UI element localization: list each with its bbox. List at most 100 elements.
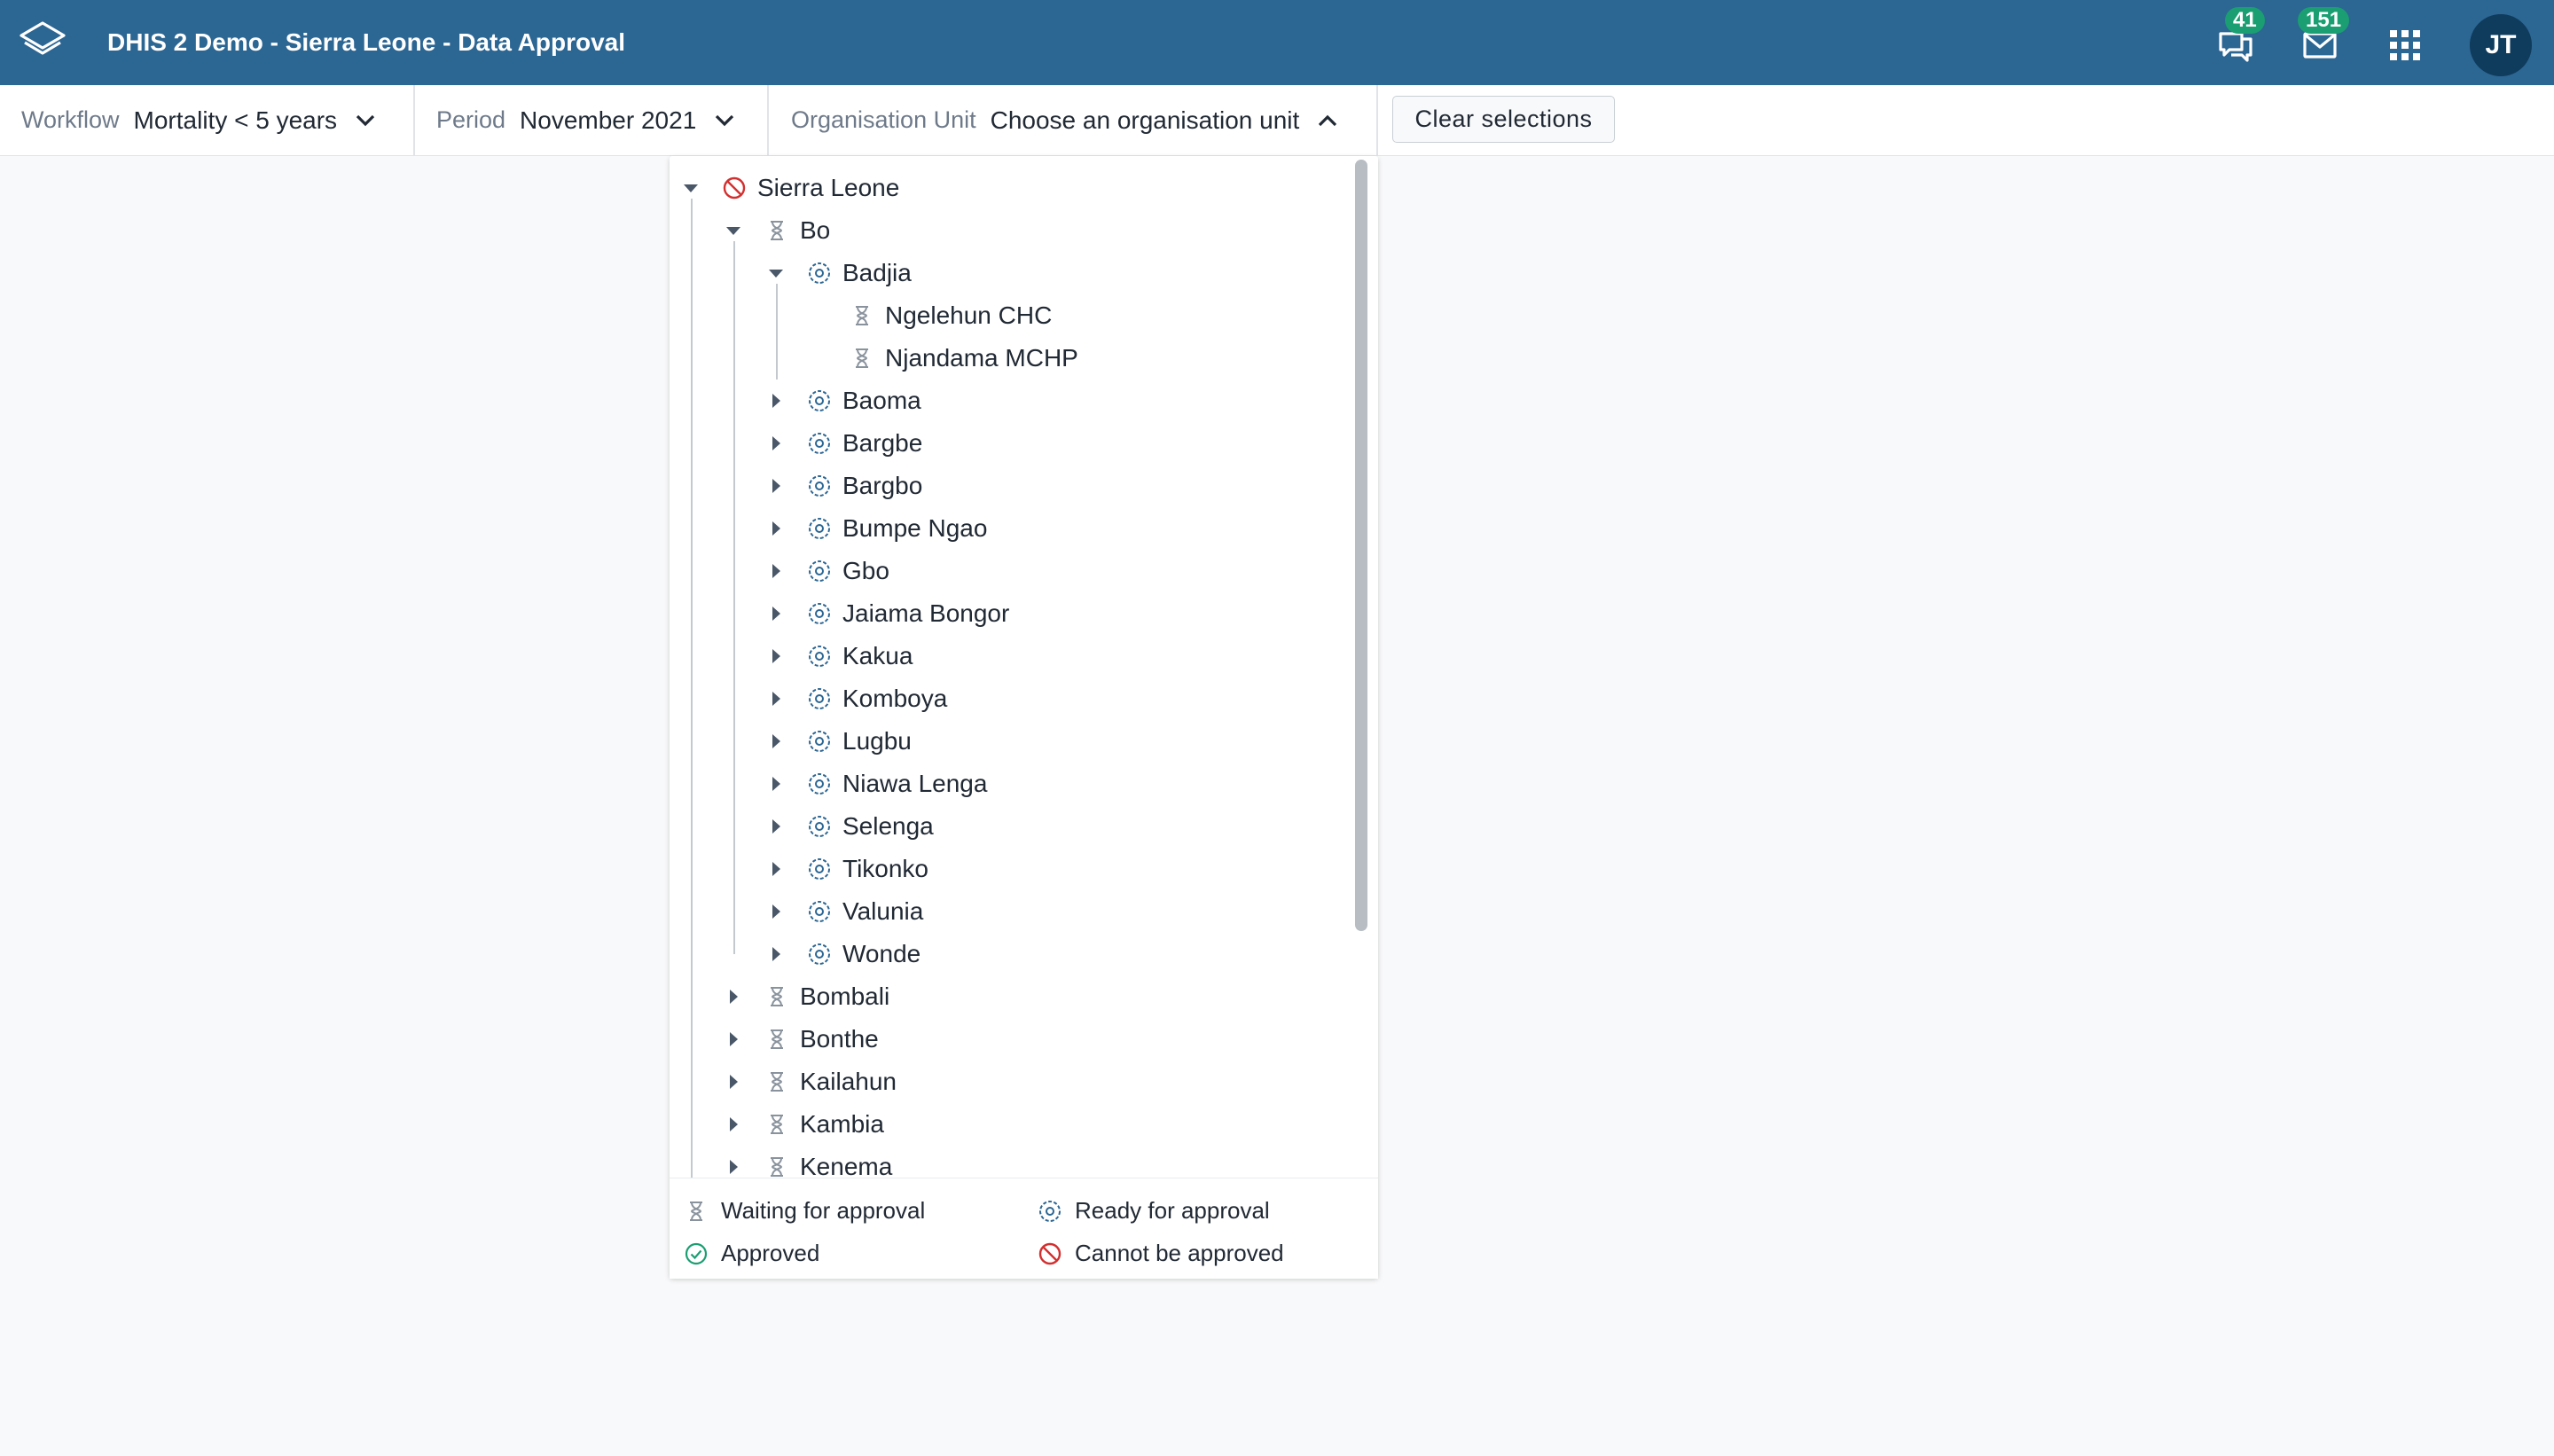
tree-node[interactable]: Bumpe Ngao bbox=[764, 507, 987, 550]
tree-node[interactable]: Niawa Lenga bbox=[764, 763, 987, 805]
tree-guide-line bbox=[776, 284, 778, 380]
ready-approval-icon bbox=[809, 858, 830, 880]
tree-node-label: Jaiama Bongor bbox=[842, 599, 1010, 627]
tree-node-label: Valunia bbox=[842, 897, 924, 925]
chevron-up-icon bbox=[1319, 114, 1337, 126]
hourglass-icon bbox=[856, 348, 868, 368]
period-selector[interactable]: Period November 2021 bbox=[415, 85, 769, 155]
legend-waiting: Waiting for approval bbox=[684, 1197, 925, 1225]
tree-node-label: Selenga bbox=[842, 812, 934, 840]
caret-right-icon[interactable] bbox=[764, 943, 787, 966]
workflow-value: Mortality < 5 years bbox=[133, 106, 338, 134]
tree-node[interactable]: Jaiama Bongor bbox=[764, 592, 1009, 635]
tree-node[interactable]: Bargbo bbox=[764, 465, 922, 507]
caret-right-icon[interactable] bbox=[722, 1028, 745, 1051]
caret-right-icon[interactable] bbox=[764, 815, 787, 838]
tree-node[interactable]: Sierra Leone bbox=[679, 167, 899, 209]
tree-node[interactable]: Kailahun bbox=[722, 1061, 897, 1103]
caret-right-icon[interactable] bbox=[764, 474, 787, 497]
tree-node-label: Njandama MCHP bbox=[885, 344, 1078, 372]
workflow-selector[interactable]: Workflow Mortality < 5 years bbox=[0, 85, 415, 155]
tree-node[interactable]: Kenema bbox=[722, 1146, 892, 1178]
interpretations-count-badge: 41 bbox=[2225, 7, 2265, 34]
tree-node-label: Ngelehun CHC bbox=[885, 301, 1053, 329]
caret-right-icon[interactable] bbox=[764, 517, 787, 540]
app-title: DHIS 2 Demo - Sierra Leone - Data Approv… bbox=[107, 28, 625, 56]
status-legend: Waiting for approval Ready for approval … bbox=[670, 1178, 1378, 1279]
workflow-label: Workflow bbox=[21, 106, 120, 133]
chevron-down-icon bbox=[356, 114, 375, 126]
tree-node[interactable]: Njandama MCHP bbox=[807, 337, 1078, 380]
ready-approval-icon bbox=[809, 688, 830, 709]
orgunit-tree[interactable]: Sierra Leone Bo Badjia Ngelehun CHC Njandama… bbox=[670, 156, 1351, 1178]
tree-node[interactable]: Bonthe bbox=[722, 1018, 879, 1061]
caret-right-icon[interactable] bbox=[764, 432, 787, 455]
ready-approval-icon bbox=[1039, 1200, 1061, 1222]
caret-right-icon[interactable] bbox=[764, 560, 787, 583]
dhis2-logo-icon[interactable] bbox=[18, 20, 67, 66]
caret-right-icon[interactable] bbox=[722, 1155, 745, 1178]
legend-cannot: Cannot be approved bbox=[1038, 1240, 1284, 1267]
tree-scrollbar[interactable] bbox=[1355, 160, 1367, 931]
tree-node[interactable]: Gbo bbox=[764, 550, 889, 592]
caret-right-icon[interactable] bbox=[764, 602, 787, 625]
tree-node-label: Bargbe bbox=[842, 429, 923, 457]
tree-toggle-spacer bbox=[807, 347, 830, 370]
tree-node[interactable]: Bargbe bbox=[764, 422, 922, 465]
caret-right-icon[interactable] bbox=[764, 857, 787, 881]
caret-down-icon[interactable] bbox=[679, 176, 702, 200]
ready-approval-icon bbox=[809, 262, 830, 284]
selection-bar: Workflow Mortality < 5 years Period Nove… bbox=[0, 85, 2554, 156]
caret-right-icon[interactable] bbox=[722, 1113, 745, 1136]
user-avatar[interactable]: JT bbox=[2470, 14, 2532, 76]
tree-node-label: Kenema bbox=[800, 1153, 893, 1178]
caret-right-icon[interactable] bbox=[764, 772, 787, 795]
caret-right-icon[interactable] bbox=[764, 687, 787, 710]
tree-node[interactable]: Baoma bbox=[764, 380, 921, 422]
tree-node[interactable]: Tikonko bbox=[764, 848, 928, 890]
ready-approval-icon bbox=[809, 475, 830, 497]
tree-node-label: Baoma bbox=[842, 387, 921, 414]
tree-node[interactable]: Ngelehun CHC bbox=[807, 294, 1052, 337]
tree-node[interactable]: Selenga bbox=[764, 805, 934, 848]
chevron-down-icon bbox=[716, 114, 734, 126]
tree-node[interactable]: Kakua bbox=[764, 635, 913, 677]
caret-right-icon[interactable] bbox=[764, 645, 787, 668]
tree-node[interactable]: Valunia bbox=[764, 890, 923, 933]
check-circle-icon bbox=[685, 1242, 708, 1264]
caret-right-icon[interactable] bbox=[764, 900, 787, 923]
ready-approval-icon bbox=[809, 816, 830, 837]
block-icon bbox=[723, 176, 746, 200]
caret-right-icon[interactable] bbox=[722, 985, 745, 1008]
ready-approval-icon bbox=[809, 731, 830, 752]
tree-node[interactable]: Lugbu bbox=[764, 720, 912, 763]
legend-ready: Ready for approval bbox=[1038, 1197, 1270, 1225]
tree-node-label: Kambia bbox=[800, 1110, 884, 1138]
clear-selections-button[interactable]: Clear selections bbox=[1392, 96, 1615, 143]
caret-down-icon[interactable] bbox=[722, 219, 745, 242]
legend-approved-label: Approved bbox=[721, 1240, 820, 1266]
tree-node[interactable]: Bombali bbox=[722, 975, 889, 1018]
caret-right-icon[interactable] bbox=[764, 730, 787, 753]
orgunit-label: Organisation Unit bbox=[791, 106, 976, 133]
tree-node[interactable]: Kambia bbox=[722, 1103, 884, 1146]
tree-node-label: Komboya bbox=[842, 685, 948, 712]
ready-approval-icon bbox=[809, 390, 830, 411]
caret-right-icon[interactable] bbox=[764, 389, 787, 412]
orgunit-selector[interactable]: Organisation Unit Choose an organisation… bbox=[769, 85, 1378, 155]
caret-right-icon[interactable] bbox=[722, 1070, 745, 1093]
tree-node[interactable]: Wonde bbox=[764, 933, 921, 975]
legend-approved: Approved bbox=[684, 1240, 819, 1267]
legend-cannot-label: Cannot be approved bbox=[1075, 1240, 1284, 1266]
hourglass-icon bbox=[690, 1201, 702, 1221]
tree-node[interactable]: Komboya bbox=[764, 677, 947, 720]
app-header: DHIS 2 Demo - Sierra Leone - Data Approv… bbox=[0, 0, 2554, 85]
apps-grid-icon[interactable] bbox=[2385, 25, 2425, 66]
tree-node-label: Kakua bbox=[842, 642, 913, 669]
orgunit-tree-dropdown: Sierra Leone Bo Badjia Ngelehun CHC Njandama… bbox=[670, 156, 1378, 1279]
tree-node[interactable]: Bo bbox=[722, 209, 830, 252]
orgunit-value: Choose an organisation unit bbox=[990, 106, 1300, 134]
tree-node[interactable]: Badjia bbox=[764, 252, 912, 294]
ready-approval-icon bbox=[809, 646, 830, 667]
caret-down-icon[interactable] bbox=[764, 262, 787, 285]
